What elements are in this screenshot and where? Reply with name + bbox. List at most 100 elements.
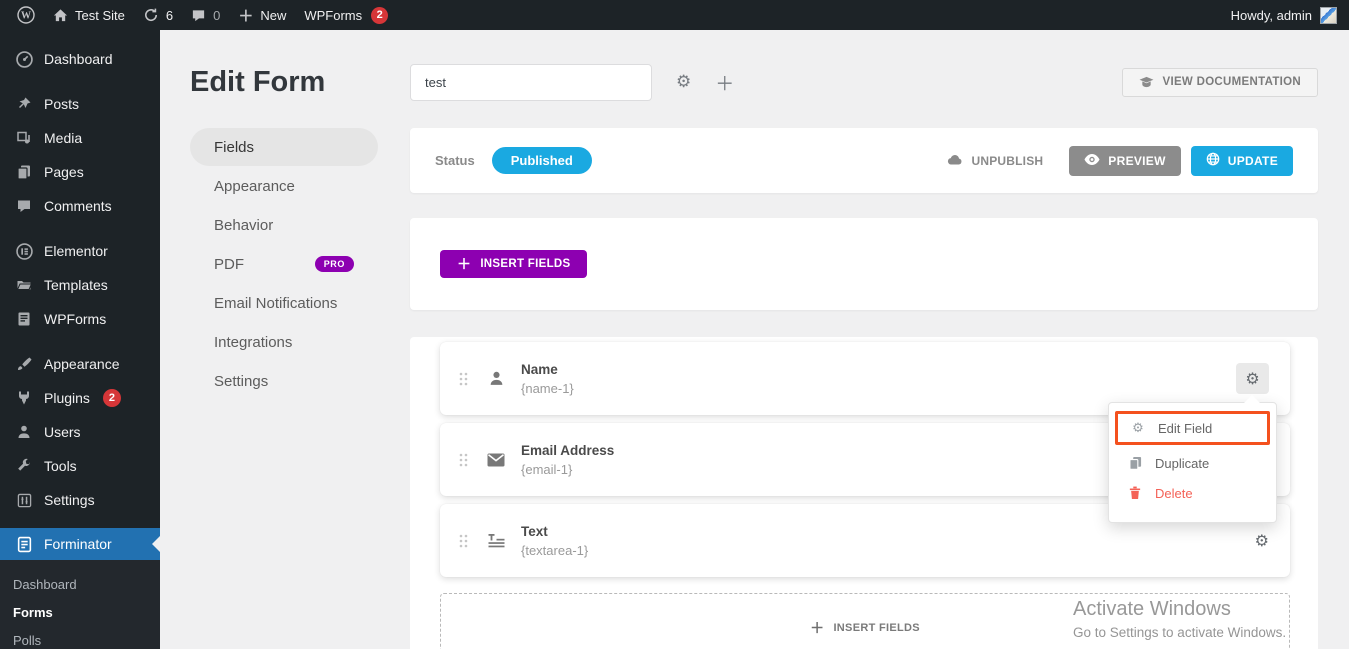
- pro-badge: PRO: [315, 256, 354, 272]
- tab-appearance[interactable]: Appearance: [190, 167, 378, 205]
- site-name-label: Test Site: [75, 8, 125, 23]
- update-label: UPDATE: [1228, 154, 1278, 168]
- dashboard-icon: [14, 51, 34, 68]
- user-avatar[interactable]: [1320, 7, 1337, 24]
- admin-sidebar: Dashboard Posts Media Pages Comments Ele…: [0, 30, 160, 649]
- home-icon: [53, 8, 68, 23]
- pin-icon: [14, 96, 34, 112]
- plus-icon: ＋: [238, 5, 253, 26]
- field-row-name: Name {name-1} ⚙ ⚙ Edit Field: [440, 342, 1290, 415]
- status-label: Status: [435, 153, 475, 168]
- drag-handle-icon[interactable]: [458, 452, 469, 468]
- tab-integrations[interactable]: Integrations: [190, 323, 378, 361]
- status-bar: Status Published UNPUBLISH PREVIEW: [410, 128, 1318, 193]
- sidebar-item-settings[interactable]: Settings: [0, 483, 160, 517]
- sidebar-item-tools[interactable]: Tools: [0, 449, 160, 483]
- folder-icon: [14, 277, 34, 293]
- sidebar-item-appearance[interactable]: Appearance: [0, 347, 160, 381]
- form-settings-nav: Fields Appearance Behavior PDF PRO Email…: [190, 128, 378, 401]
- brush-icon: [14, 356, 34, 372]
- svg-text:W: W: [21, 11, 31, 22]
- comment-bubble-icon: [191, 8, 206, 23]
- new-content-menu[interactable]: ＋ New: [229, 0, 295, 30]
- wpforms-icon: [14, 311, 34, 327]
- sidebar-item-label: Comments: [44, 198, 112, 214]
- elementor-icon: [14, 243, 34, 260]
- gear-icon: ⚙: [1131, 421, 1145, 436]
- unpublish-label: UNPUBLISH: [971, 154, 1043, 168]
- sidebar-item-users[interactable]: Users: [0, 415, 160, 449]
- sliders-icon: [14, 493, 34, 508]
- tab-email-notifications[interactable]: Email Notifications: [190, 284, 378, 322]
- field-options-gear-icon[interactable]: ⚙: [1236, 363, 1269, 394]
- sidebar-item-elementor[interactable]: Elementor: [0, 234, 160, 268]
- sidebar-item-forminator[interactable]: Forminator: [0, 528, 160, 560]
- comments-menu[interactable]: 0: [182, 0, 229, 30]
- sidebar-item-label: WPForms: [44, 311, 106, 327]
- field-key: {name-1}: [521, 381, 574, 396]
- add-form-plus-icon[interactable]: ＋: [715, 69, 734, 96]
- plus-icon: ＋: [810, 618, 824, 638]
- field-key: {email-1}: [521, 462, 614, 477]
- field-options-gear-icon[interactable]: ⚙: [1255, 531, 1269, 550]
- field-key: {textarea-1}: [521, 543, 588, 558]
- updates-menu[interactable]: 6: [134, 0, 182, 30]
- sidebar-item-dashboard[interactable]: Dashboard: [0, 42, 160, 76]
- field-label: Email Address: [521, 443, 614, 458]
- eye-icon: [1084, 154, 1100, 168]
- field-label: Text: [521, 524, 588, 539]
- form-settings-gear-icon[interactable]: ⚙: [676, 72, 691, 92]
- howdy-label[interactable]: Howdy, admin: [1231, 8, 1312, 23]
- main-content: Edit Form ⚙ ＋ VIEW DOCUMENTATION Fields …: [160, 30, 1349, 649]
- wordpress-logo-icon: W: [17, 6, 35, 24]
- preview-button[interactable]: PREVIEW: [1069, 146, 1180, 176]
- drag-handle-icon[interactable]: [458, 371, 469, 387]
- field-options-menu: ⚙ Edit Field Duplicate: [1108, 402, 1277, 523]
- plugins-update-badge: 2: [103, 389, 121, 407]
- insert-fields-button[interactable]: ＋ INSERT FIELDS: [440, 250, 587, 278]
- book-icon: [1139, 76, 1154, 89]
- wp-logo-menu[interactable]: W: [8, 0, 44, 30]
- submenu-item-polls[interactable]: Polls: [0, 626, 160, 649]
- field-label: Name: [521, 362, 574, 377]
- update-button[interactable]: UPDATE: [1191, 146, 1293, 176]
- users-icon: [14, 424, 34, 440]
- page-title: Edit Form: [190, 66, 410, 99]
- drag-handle-icon[interactable]: [458, 533, 469, 549]
- form-name-input[interactable]: [410, 64, 652, 101]
- sidebar-item-label: Tools: [44, 458, 77, 474]
- tab-pdf[interactable]: PDF PRO: [190, 245, 378, 283]
- view-documentation-label: VIEW DOCUMENTATION: [1163, 76, 1302, 88]
- update-count: 6: [166, 8, 173, 23]
- tab-settings[interactable]: Settings: [190, 362, 378, 400]
- wpforms-menu[interactable]: WPForms 2: [295, 0, 397, 30]
- menu-item-delete[interactable]: Delete: [1115, 478, 1270, 508]
- insert-fields-dropzone[interactable]: ＋ INSERT FIELDS: [440, 593, 1290, 649]
- sidebar-item-plugins[interactable]: Plugins 2: [0, 381, 160, 415]
- sidebar-item-comments[interactable]: Comments: [0, 189, 160, 223]
- submenu-item-dashboard[interactable]: Dashboard: [0, 570, 160, 598]
- sidebar-item-posts[interactable]: Posts: [0, 87, 160, 121]
- menu-item-edit-field[interactable]: ⚙ Edit Field: [1118, 414, 1267, 442]
- insert-fields-card: ＋ INSERT FIELDS: [410, 218, 1318, 310]
- sidebar-item-templates[interactable]: Templates: [0, 268, 160, 302]
- site-name-menu[interactable]: Test Site: [44, 0, 134, 30]
- wpforms-label: WPForms: [304, 8, 362, 23]
- sidebar-item-label: Appearance: [44, 356, 120, 372]
- sidebar-item-pages[interactable]: Pages: [0, 155, 160, 189]
- field-list-card: Name {name-1} ⚙ ⚙ Edit Field: [410, 337, 1318, 649]
- tab-behavior[interactable]: Behavior: [190, 206, 378, 244]
- submenu-item-forms[interactable]: Forms: [0, 598, 160, 626]
- sidebar-item-label: Templates: [44, 277, 108, 293]
- unpublish-button[interactable]: UNPUBLISH: [947, 153, 1043, 168]
- tab-fields[interactable]: Fields: [190, 128, 378, 166]
- sidebar-item-wpforms[interactable]: WPForms: [0, 302, 160, 336]
- menu-item-duplicate[interactable]: Duplicate: [1115, 448, 1270, 478]
- cloud-icon: [947, 153, 963, 168]
- sidebar-item-media[interactable]: Media: [0, 121, 160, 155]
- sidebar-item-label: Media: [44, 130, 82, 146]
- sidebar-item-label: Pages: [44, 164, 84, 180]
- view-documentation-button[interactable]: VIEW DOCUMENTATION: [1122, 68, 1319, 97]
- trash-icon: [1128, 486, 1142, 500]
- plugin-icon: [14, 390, 34, 406]
